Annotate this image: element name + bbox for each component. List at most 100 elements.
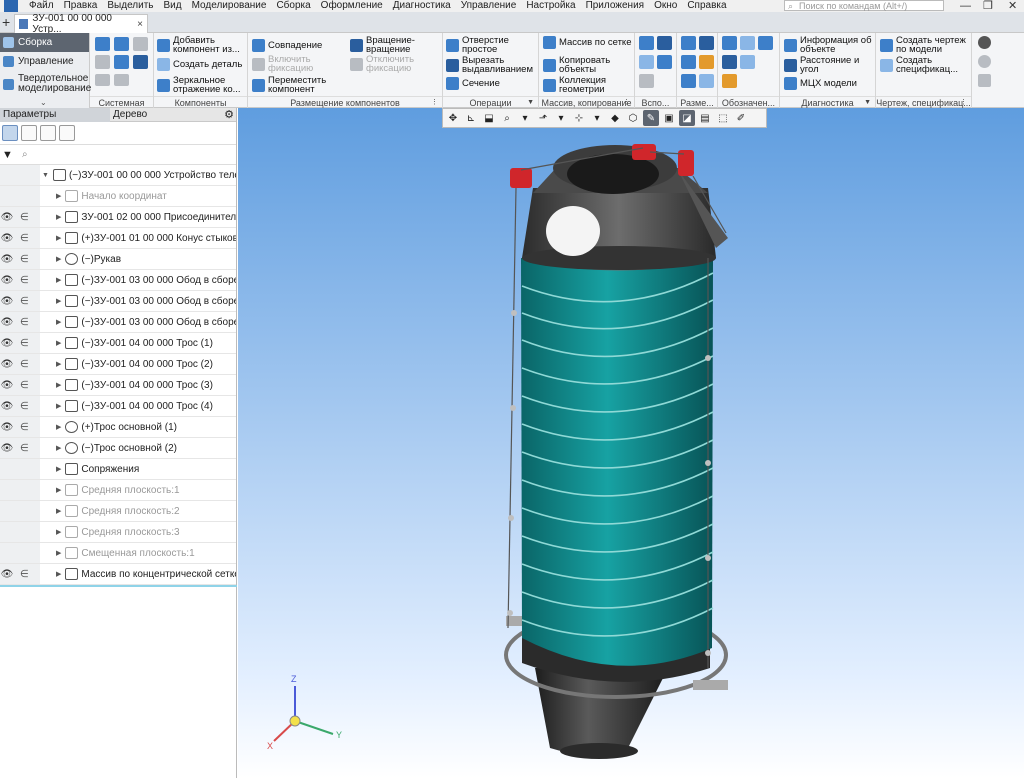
tree-structure-icon[interactable] [2,125,18,141]
include-icon[interactable]: ∈ [20,296,34,307]
print-icon[interactable] [95,55,110,69]
mode-assembly[interactable]: Сборка [0,33,89,52]
tab-tree[interactable]: Дерево [110,108,220,122]
geometry-collection-button[interactable]: Коллекция геометрии [543,76,633,94]
distance-angle-button[interactable]: Расстояние и угол [784,56,874,74]
settings-icon[interactable] [978,55,991,68]
3d-viewport[interactable]: ✥ ⊾ ⬓ ⌕ ▾ ⬏ ▾ ⊹ ▾ ◆ ⬡ ✎ ▣ ◪ ▤ ⬚ ✐ Z Y X [238,108,1024,778]
tolerance-icon[interactable] [722,55,737,69]
model-render[interactable]: Z Y X [238,108,1024,778]
visibility-eye-icon[interactable]: 👁 [0,422,14,433]
rotate-button[interactable]: Вращение-вращение [350,36,440,54]
coincidence-button[interactable]: Совпадение [252,39,322,52]
tree-node[interactable]: ▼ (−)ЗУ-001 00 00 000 Устройство телеск [0,165,236,186]
visibility-eye-icon[interactable]: 👁 [0,233,14,244]
aux-plane-icon[interactable] [639,36,654,50]
expand-arrow-icon[interactable]: ▶ [56,507,61,515]
expand-arrow-icon[interactable]: ▶ [56,339,61,347]
open-folder-icon[interactable] [114,37,129,51]
tree-node[interactable]: 👁 ∈ ▶ (−)ЗУ-001 04 00 000 Трос (2) [0,354,236,375]
menu-settings[interactable]: Настройка [521,0,580,12]
arc-dim-icon[interactable] [699,74,714,88]
add-component-button[interactable]: Добавить компонент из... [157,36,247,54]
include-icon[interactable]: ∈ [20,317,34,328]
create-part-button[interactable]: Создать деталь [157,58,242,71]
visibility-eye-icon[interactable]: 👁 [0,359,14,370]
expand-arrow-icon[interactable]: ▶ [56,402,61,410]
angular-dim-icon[interactable] [699,36,714,50]
tree-node[interactable]: 👁 ∈ ▶ (−)ЗУ-001 04 00 000 Трос (3) [0,375,236,396]
tree-node[interactable]: 👁 ∈ ▶ (−)Рукав [0,249,236,270]
visibility-eye-icon[interactable]: 👁 [0,380,14,391]
tree-select-icon[interactable] [59,125,75,141]
line-dim-icon[interactable] [681,74,696,88]
hole-button[interactable]: Отверстие простое [446,36,536,54]
tree-search-input[interactable]: ⌕ [22,149,28,160]
menu-assembly[interactable]: Сборка [271,0,315,12]
tree-node[interactable]: 👁 ∈ ▶ ЗУ-001 02 00 000 Присоединитель [0,207,236,228]
new-doc-icon[interactable] [95,37,110,51]
tree-components-icon[interactable] [40,125,56,141]
tree-node[interactable]: 👁 ∈ ▶ (−)ЗУ-001 03 00 000 Обод в сборе (2) [0,291,236,312]
print-preview-icon[interactable] [114,55,129,69]
menu-applications[interactable]: Приложения [581,0,650,12]
menu-diagnostics[interactable]: Диагностика [388,0,456,12]
tree-node[interactable]: 👁 ∈ ▶ (−)ЗУ-001 04 00 000 Трос (4) [0,396,236,417]
expand-arrow-icon[interactable]: ▶ [56,255,61,263]
expand-arrow-icon[interactable]: ▶ [56,297,61,305]
save-icon[interactable] [133,37,148,51]
aux-axis-icon[interactable] [657,36,672,50]
add-attribute-icon[interactable] [978,36,991,49]
mode-solid-modeling[interactable]: Твердотельное моделирование [0,71,91,97]
tree-node[interactable]: 👁 ∈ ▶ (−)ЗУ-001 03 00 000 Обод в сборе (3) [0,312,236,333]
tab-parameters[interactable]: Параметры [0,108,110,122]
text-icon[interactable] [740,55,755,69]
collapse-arrow-icon[interactable]: ▼ [42,172,49,179]
leader-icon[interactable] [722,36,737,50]
fix-off-button[interactable]: Отключить фиксацию [350,55,430,73]
position-icon[interactable] [722,74,737,88]
expand-arrow-icon[interactable]: ▶ [56,360,61,368]
menu-view[interactable]: Вид [159,0,187,12]
menu-modeling[interactable]: Моделирование [187,0,272,12]
object-info-button[interactable]: Информация об объекте [784,36,874,54]
copy-objects-button[interactable]: Копировать объекты [543,56,633,74]
section-button[interactable]: Сечение [446,77,500,90]
filter-icon[interactable]: ▼ [2,149,13,161]
tree-node[interactable]: ▶ Средняя плоскость:1 [0,480,236,501]
close-window-button[interactable]: ✕ [1008,0,1017,12]
visibility-eye-icon[interactable]: 👁 [0,296,14,307]
tree-node[interactable]: ▶ Средняя плоскость:3 [0,522,236,543]
undo-icon[interactable] [95,74,110,86]
include-icon[interactable]: ∈ [20,212,34,223]
expand-arrow-icon[interactable]: ▶ [56,528,61,536]
aux-point-icon[interactable] [639,55,654,69]
redo-icon[interactable] [114,74,129,86]
datum-icon[interactable] [758,36,773,50]
visibility-eye-icon[interactable]: 👁 [0,338,14,349]
properties-icon[interactable] [133,55,148,69]
visibility-eye-icon[interactable]: 👁 [0,275,14,286]
create-spec-button[interactable]: Создать спецификац... [880,56,970,74]
mode-management[interactable]: Управление [0,52,89,71]
expand-arrow-icon[interactable]: ▶ [56,549,61,557]
expand-arrow-icon[interactable]: ▶ [56,276,61,284]
tree-node[interactable]: 👁 ∈ ▶ (−)Трос основной (2) [0,438,236,459]
radial-dim-icon[interactable] [681,55,696,69]
include-icon[interactable]: ∈ [20,275,34,286]
expand-arrow-icon[interactable]: ▶ [56,213,61,221]
include-icon[interactable]: ∈ [20,338,34,349]
create-drawing-button[interactable]: Создать чертеж по модели [880,36,970,54]
tree-node[interactable]: 👁 ∈ ▶ (+)Трос основной (1) [0,417,236,438]
expand-arrow-icon[interactable]: ▶ [56,234,61,242]
tree-node[interactable]: ▶ Смещенная плоскость:1 [0,543,236,564]
mass-properties-button[interactable]: МЦХ модели [784,77,857,90]
tree-node[interactable]: 👁 ∈ ▶ (−)ЗУ-001 04 00 000 Трос (1) [0,333,236,354]
expand-arrow-icon[interactable]: ▶ [56,444,61,452]
include-icon[interactable]: ∈ [20,443,34,454]
roughness-icon[interactable] [740,36,755,50]
visibility-eye-icon[interactable]: 👁 [0,212,14,223]
expand-arrow-icon[interactable]: ▶ [56,486,61,494]
move-component-button[interactable]: Переместить компонент [252,76,337,94]
chevron-down-icon[interactable]: ⌄ [40,98,47,107]
